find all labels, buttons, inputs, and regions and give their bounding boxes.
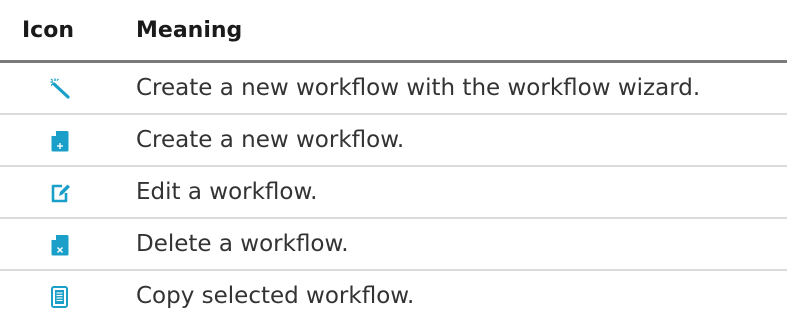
column-header-meaning: Meaning (120, 0, 787, 62)
table-row: Copy selected workflow. (0, 270, 787, 321)
delete-document-icon (50, 234, 70, 256)
table-row: Delete a workflow. (0, 218, 787, 270)
table-row: Create a new workflow. (0, 114, 787, 166)
table-row: Create a new workflow with the workflow … (0, 62, 787, 115)
edit-pencil-icon (50, 182, 70, 204)
magic-wand-icon (50, 78, 70, 100)
meaning-cell: Create a new workflow. (120, 114, 787, 166)
meaning-cell: Delete a workflow. (120, 218, 787, 270)
icon-cell (0, 270, 120, 321)
icon-meaning-table: Icon Meaning Create a new workflow with (0, 0, 787, 321)
meaning-cell: Copy selected workflow. (120, 270, 787, 321)
column-header-icon: Icon (0, 0, 120, 62)
table-header: Icon Meaning (0, 0, 787, 62)
icon-cell (0, 62, 120, 115)
icon-cell (0, 218, 120, 270)
icon-cell (0, 114, 120, 166)
new-document-plus-icon (50, 130, 70, 152)
meaning-cell: Create a new workflow with the workflow … (120, 62, 787, 115)
table-body: Create a new workflow with the workflow … (0, 62, 787, 321)
copy-document-icon (50, 286, 70, 308)
meaning-cell: Edit a workflow. (120, 166, 787, 218)
table-row: Edit a workflow. (0, 166, 787, 218)
header-row: Icon Meaning (0, 0, 787, 62)
icon-cell (0, 166, 120, 218)
